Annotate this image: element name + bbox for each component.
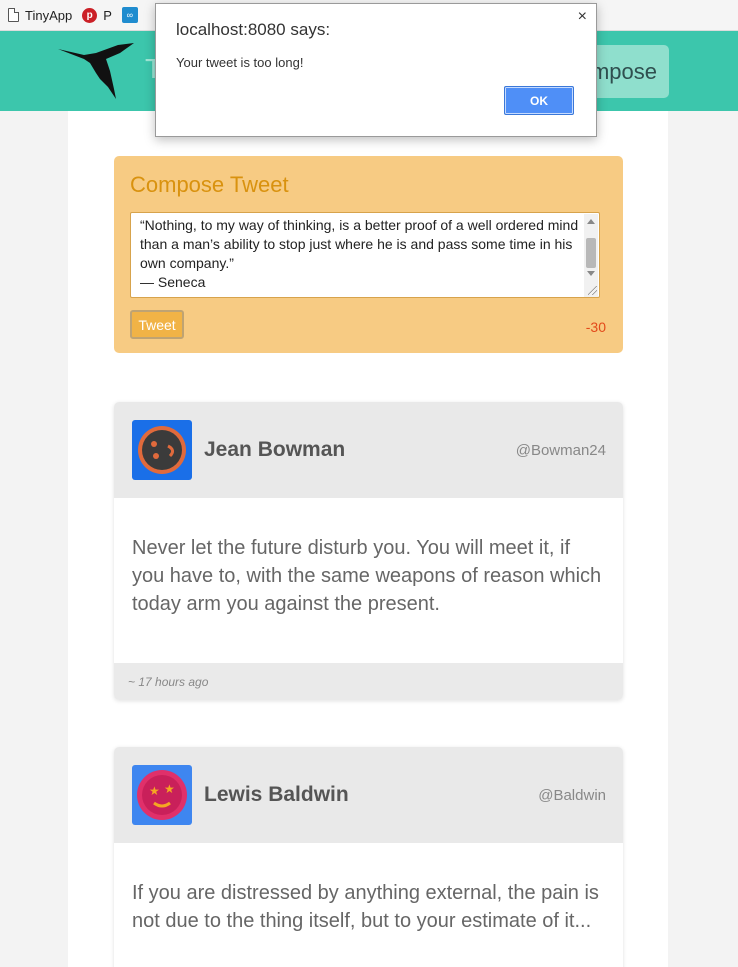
tweet-timestamp: ~ 17 hours ago xyxy=(128,675,209,689)
alert-message: Your tweet is too long! xyxy=(176,55,304,70)
scroll-down-icon[interactable] xyxy=(587,271,595,276)
tweet-author-handle: @Bowman24 xyxy=(515,442,606,459)
bookmark-pinterest[interactable]: p P xyxy=(82,4,112,26)
scroll-up-icon[interactable] xyxy=(587,219,595,224)
tweet-header: Jean Bowman @Bowman24 xyxy=(114,402,623,498)
bookmark-tinyapp[interactable]: TinyApp xyxy=(8,4,72,26)
alert-dialog: localhost:8080 says: × Your tweet is too… xyxy=(155,3,597,137)
tweet-footer: ~ 17 hours ago xyxy=(114,663,623,700)
tweet-textarea[interactable]: “Nothing, to my way of thinking, is a be… xyxy=(130,212,600,298)
avatar-face-icon xyxy=(138,426,186,474)
bookmark-link[interactable]: ∞ xyxy=(121,4,138,26)
alert-title: localhost:8080 says: xyxy=(176,20,331,39)
pinterest-icon: p xyxy=(82,7,98,23)
tweet-text: Never let the future disturb you. You wi… xyxy=(132,537,602,615)
page-icon xyxy=(8,8,19,22)
scrollbar-thumb[interactable] xyxy=(586,238,596,268)
compose-tweet-panel: Compose Tweet “Nothing, to my way of thi… xyxy=(114,156,623,353)
bookmark-label: TinyApp xyxy=(25,7,73,23)
compose-title: Compose Tweet xyxy=(130,172,289,197)
tweet-author-name: Lewis Baldwin xyxy=(204,783,349,806)
svg-text:★: ★ xyxy=(164,782,175,796)
tweet-card: ★ ★ Lewis Baldwin @Baldwin If you are di… xyxy=(114,747,623,967)
tweet-author-handle: @Baldwin xyxy=(538,787,606,804)
tweet-header: ★ ★ Lewis Baldwin @Baldwin xyxy=(114,747,623,843)
link-icon: ∞ xyxy=(121,7,138,23)
tweet-card: Jean Bowman @Bowman24 Never let the futu… xyxy=(114,402,623,700)
avatar-face-icon: ★ ★ xyxy=(137,770,187,820)
avatar xyxy=(132,420,192,480)
resize-handle-icon[interactable] xyxy=(588,286,597,295)
tweet-author-name: Jean Bowman xyxy=(204,438,346,461)
hummingbird-logo-icon xyxy=(58,43,134,99)
ok-button[interactable]: OK xyxy=(504,86,574,115)
close-icon[interactable]: × xyxy=(578,8,587,26)
svg-text:★: ★ xyxy=(149,784,160,798)
character-counter: -30 xyxy=(585,319,606,335)
tweet-textarea-text: “Nothing, to my way of thinking, is a be… xyxy=(140,217,579,290)
tweet-text: If you are distressed by anything extern… xyxy=(132,882,599,932)
bookmark-label: P xyxy=(103,7,112,23)
avatar: ★ ★ xyxy=(132,765,192,825)
tweet-button[interactable]: Tweet xyxy=(130,310,184,339)
